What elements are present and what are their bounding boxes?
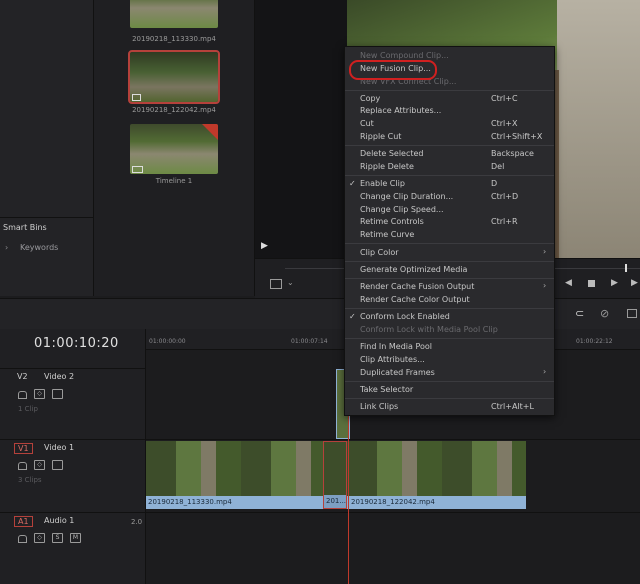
media-thumb-113330[interactable] xyxy=(130,0,218,28)
track-headers: 01:00:10:20 V2 Video 2 ◇ 1 Clip V1 Video… xyxy=(0,329,146,584)
submenu-arrow-icon: › xyxy=(543,247,547,256)
shortcut: Del xyxy=(491,162,505,171)
menu-link-clips[interactable]: Link Clips xyxy=(360,402,398,411)
shortcut: D xyxy=(491,179,498,188)
track-header-v1[interactable]: V1 Video 1 ◇ 3 Clips xyxy=(0,440,145,513)
check-icon: ✓ xyxy=(349,312,356,321)
chevron-down-icon[interactable]: ⌄ xyxy=(287,278,294,287)
timeline-icon xyxy=(132,166,143,173)
submenu-arrow-icon: › xyxy=(543,281,547,290)
timecode-display: 01:00:10:20 xyxy=(34,336,119,351)
audio-level: 2.0 xyxy=(131,518,143,526)
menu-ripple-cut[interactable]: Ripple Cut xyxy=(360,132,401,141)
v1-clip-113330[interactable]: 20190218_113330.mp4 xyxy=(146,441,323,509)
track-id[interactable]: V2 xyxy=(14,372,31,381)
shortcut: Ctrl+D xyxy=(491,192,519,201)
clip-count: 1 Clip xyxy=(18,405,38,413)
track-name[interactable]: Video 1 xyxy=(44,443,74,452)
timeline-badge-icon xyxy=(202,124,218,140)
transform-icon[interactable] xyxy=(270,279,282,289)
shortcut: Ctrl+Shift+X xyxy=(491,132,543,141)
play-marker-icon[interactable]: ▶ xyxy=(261,241,268,251)
track-visibility-icon[interactable] xyxy=(52,460,63,470)
solo-icon[interactable]: S xyxy=(52,533,63,543)
submenu-arrow-icon: › xyxy=(543,367,547,376)
track-visibility-icon[interactable] xyxy=(52,389,63,399)
clip-count: 3 Clips xyxy=(18,476,42,484)
shortcut: Ctrl+X xyxy=(491,119,518,128)
stop-icon[interactable] xyxy=(588,280,595,287)
clip-context-menu: New Compound Clip... New Fusion Clip... … xyxy=(344,46,555,416)
ruler-label: 01:00:07:14 xyxy=(291,338,328,345)
menu-copy[interactable]: Copy xyxy=(360,94,380,103)
lock-track-icon[interactable] xyxy=(18,391,27,399)
track-header-v2[interactable]: V2 Video 2 ◇ 1 Clip xyxy=(0,369,145,440)
lock-track-icon[interactable] xyxy=(18,535,27,543)
menu-clip-attributes[interactable]: Clip Attributes... xyxy=(360,355,425,364)
auto-select-icon[interactable]: ◇ xyxy=(34,389,45,399)
menu-new-compound-clip: New Compound Clip... xyxy=(360,51,449,60)
shortcut: Ctrl+C xyxy=(491,94,518,103)
clip-label: 201... xyxy=(326,497,347,505)
timeline-thumb[interactable] xyxy=(130,124,218,174)
auto-select-icon[interactable]: ◇ xyxy=(34,460,45,470)
v1-clip-selected[interactable]: 201... xyxy=(323,441,347,509)
smart-bin-keywords[interactable]: Keywords xyxy=(20,243,58,252)
menu-ripple-delete[interactable]: Ripple Delete xyxy=(360,162,414,171)
track-id[interactable]: V1 xyxy=(14,443,33,454)
highlight-annotation xyxy=(349,60,437,80)
track-header-a1[interactable]: A1 Audio 1 2.0 ◇ S M xyxy=(0,513,145,584)
snap-icon[interactable]: ⊂ xyxy=(575,307,584,320)
link-icon[interactable]: ⊘ xyxy=(600,307,609,320)
menu-retime-curve[interactable]: Retime Curve xyxy=(360,230,414,239)
menu-delete-selected[interactable]: Delete Selected xyxy=(360,149,424,158)
menu-enable-clip[interactable]: Enable Clip xyxy=(360,179,405,188)
film-icon xyxy=(132,94,141,101)
v1-clip-122042[interactable]: 20190218_122042.mp4 xyxy=(347,441,526,509)
shortcut: Backspace xyxy=(491,149,534,158)
bin-list-panel: Smart Bins › Keywords xyxy=(0,0,94,296)
shortcut: Ctrl+Alt+L xyxy=(491,402,534,411)
divider xyxy=(0,217,93,218)
prev-frame-icon[interactable]: ◀ xyxy=(565,278,572,288)
menu-take-selector[interactable]: Take Selector xyxy=(360,385,413,394)
media-thumb-label: 20190218_122042.mp4 xyxy=(132,106,216,114)
clip-label: 20190218_113330.mp4 xyxy=(148,498,232,506)
menu-conform-lock-enabled[interactable]: Conform Lock Enabled xyxy=(360,312,450,321)
menu-find-in-media-pool[interactable]: Find In Media Pool xyxy=(360,342,432,351)
clip-label: 20190218_122042.mp4 xyxy=(351,498,435,506)
menu-duplicated-frames[interactable]: Duplicated Frames xyxy=(360,368,435,377)
ruler-label: 01:00:22:12 xyxy=(576,338,613,345)
menu-conform-lock-media-pool: Conform Lock with Media Pool Clip xyxy=(360,325,498,334)
track-id[interactable]: A1 xyxy=(14,516,33,527)
menu-generate-optimized-media[interactable]: Generate Optimized Media xyxy=(360,265,467,274)
lock-track-icon[interactable] xyxy=(18,462,27,470)
lock-icon[interactable] xyxy=(627,309,637,318)
track-name[interactable]: Video 2 xyxy=(44,372,74,381)
mute-icon[interactable]: M xyxy=(70,533,81,543)
auto-select-icon[interactable]: ◇ xyxy=(34,533,45,543)
menu-clip-color[interactable]: Clip Color xyxy=(360,248,399,257)
chevron-right-icon[interactable]: › xyxy=(5,243,8,252)
menu-retime-controls[interactable]: Retime Controls xyxy=(360,217,424,226)
ruler-label: 01:00:00:00 xyxy=(149,338,186,345)
menu-change-clip-speed[interactable]: Change Clip Speed... xyxy=(360,205,444,214)
next-frame-icon[interactable]: ▶ xyxy=(631,278,638,288)
scrubber-handle[interactable] xyxy=(625,264,627,272)
media-thumb-label: 20190218_113330.mp4 xyxy=(132,35,216,43)
check-icon: ✓ xyxy=(349,179,356,188)
menu-replace-attributes[interactable]: Replace Attributes... xyxy=(360,106,441,115)
menu-cut[interactable]: Cut xyxy=(360,119,374,128)
menu-render-cache-fusion[interactable]: Render Cache Fusion Output xyxy=(360,282,474,291)
play-icon[interactable]: ▶ xyxy=(611,278,618,288)
media-thumb-122042[interactable] xyxy=(128,50,220,104)
menu-render-cache-color[interactable]: Render Cache Color Output xyxy=(360,295,470,304)
track-name[interactable]: Audio 1 xyxy=(44,516,74,525)
timeline-thumb-label: Timeline 1 xyxy=(155,177,193,185)
shortcut: Ctrl+R xyxy=(491,217,518,226)
menu-change-clip-duration[interactable]: Change Clip Duration... xyxy=(360,192,453,201)
smart-bins-heading: Smart Bins xyxy=(3,223,47,232)
